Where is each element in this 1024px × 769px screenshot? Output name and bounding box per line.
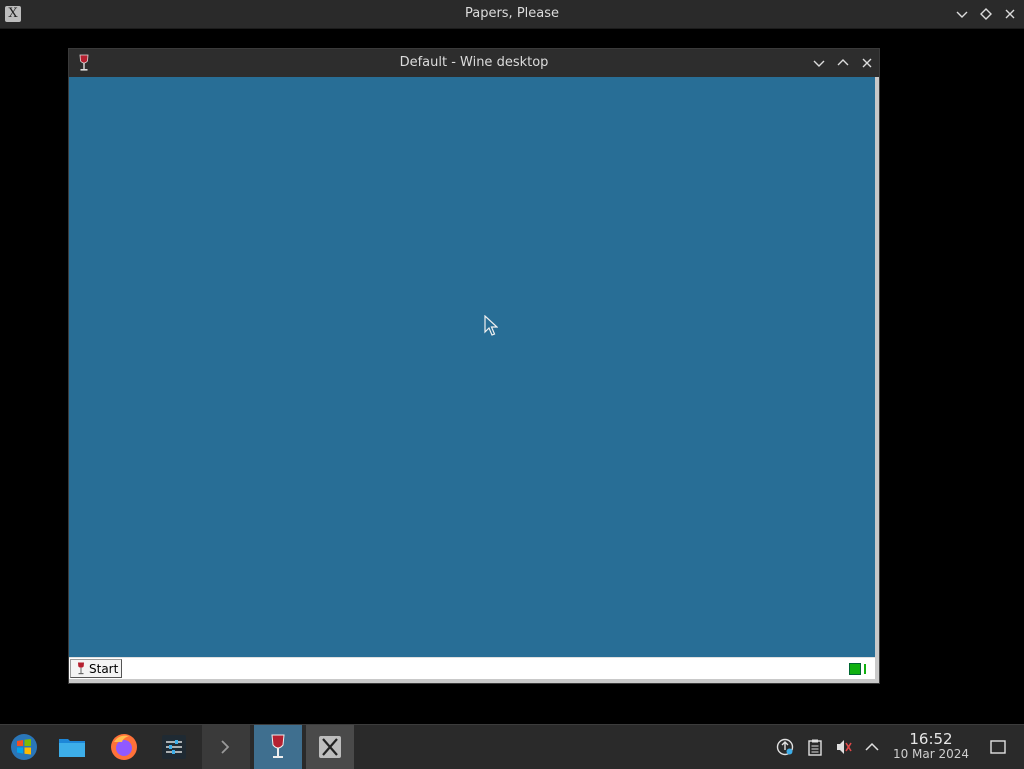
wine-systray xyxy=(849,663,869,675)
sliders-icon xyxy=(162,735,186,759)
volume-muted-icon xyxy=(837,740,852,754)
wine-desktop-window[interactable]: Default - Wine desktop Start xyxy=(69,49,879,683)
task-firefox[interactable] xyxy=(100,725,148,769)
task-start-menu[interactable] xyxy=(0,725,48,769)
float-button[interactable] xyxy=(976,4,996,24)
start-label: Start xyxy=(89,661,119,676)
show-desktop-button[interactable] xyxy=(988,737,1008,757)
x-logo-icon xyxy=(319,736,341,758)
systray-indicator xyxy=(864,664,866,674)
folder-icon xyxy=(59,739,85,757)
chevron-up-icon xyxy=(837,59,849,66)
tray-clipboard[interactable] xyxy=(805,737,825,757)
tray-expand[interactable] xyxy=(862,737,882,757)
window-border xyxy=(875,77,879,683)
close-icon xyxy=(1005,9,1015,19)
wine-desktop-area[interactable] xyxy=(69,77,875,657)
clock-time[interactable]: 16:52 xyxy=(893,731,969,747)
chevron-down-icon xyxy=(956,11,968,18)
wine-glass-icon xyxy=(271,734,285,758)
wine-taskbar: Start xyxy=(69,657,875,680)
clipboard-icon xyxy=(808,739,822,756)
chevron-down-icon xyxy=(813,60,825,67)
close-icon xyxy=(862,58,872,68)
wine-window-title: Default - Wine desktop xyxy=(399,55,549,70)
system-panel xyxy=(0,724,1024,769)
wine-close-button[interactable] xyxy=(857,53,877,73)
wine-minimize-button[interactable] xyxy=(809,53,829,73)
outer-window-title: Papers, Please xyxy=(464,6,560,21)
task-file-manager[interactable] xyxy=(48,725,96,769)
task-x-window[interactable] xyxy=(306,725,354,769)
start-button[interactable]: Start xyxy=(70,659,122,678)
task-terminal[interactable] xyxy=(202,725,250,769)
task-wine[interactable] xyxy=(254,725,302,769)
systray-app-icon[interactable] xyxy=(849,663,861,675)
wine-titlebar[interactable]: Default - Wine desktop xyxy=(69,49,879,77)
task-settings[interactable] xyxy=(150,725,198,769)
mouse-cursor-icon xyxy=(484,315,498,336)
windows-logo-icon xyxy=(11,734,37,760)
terminal-icon xyxy=(221,740,230,754)
tray-volume[interactable] xyxy=(834,737,854,757)
outer-titlebar[interactable]: Papers, Please xyxy=(0,0,1024,29)
window-border-bottom xyxy=(69,679,879,683)
close-button[interactable] xyxy=(1000,4,1020,24)
wine-glass-icon xyxy=(78,662,84,674)
minimize-button[interactable] xyxy=(952,4,972,24)
diamond-icon xyxy=(980,8,992,20)
tray-network[interactable] xyxy=(775,737,795,757)
network-icon xyxy=(776,738,794,756)
clock-date[interactable]: 10 Mar 2024 xyxy=(886,747,976,761)
show-desktop-icon xyxy=(990,740,1006,754)
firefox-icon xyxy=(111,734,137,760)
wine-maximize-button[interactable] xyxy=(833,53,853,73)
chevron-up-icon xyxy=(865,742,879,751)
